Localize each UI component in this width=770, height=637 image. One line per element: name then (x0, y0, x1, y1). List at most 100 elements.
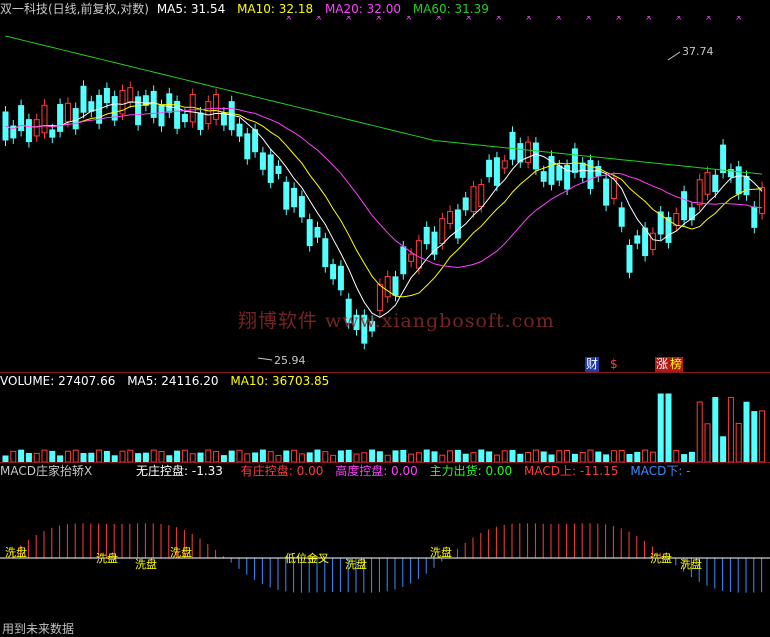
candle (88, 101, 95, 112)
ma20-line (5, 107, 763, 269)
panel-divider (0, 372, 770, 373)
volume-bar (205, 449, 212, 462)
badge-cai[interactable]: 财 (585, 357, 600, 372)
volume-bar (267, 451, 274, 462)
candle (735, 166, 742, 195)
candle (298, 196, 305, 218)
volume-bar (174, 450, 181, 462)
candle (337, 265, 344, 291)
ma60-readout: MA60: 31.39 (412, 2, 489, 16)
badge-dollar[interactable]: $ (609, 357, 619, 372)
signal-marker: × (675, 16, 683, 23)
macd-up-readout: MACD上: -11.15 (524, 464, 619, 478)
candle (704, 171, 711, 195)
candle (275, 165, 282, 174)
volume-bar (88, 452, 95, 462)
volume-bar (213, 451, 220, 462)
candle (532, 142, 539, 170)
volume-bar (18, 449, 25, 462)
volume-bar (634, 451, 641, 462)
volume-bar (283, 450, 290, 462)
volume-bar (259, 449, 266, 462)
volume-bar (25, 452, 32, 462)
volume-bar (96, 449, 103, 462)
badge-bang[interactable]: 榜 (669, 357, 684, 372)
candle (322, 238, 329, 268)
candle (618, 207, 625, 227)
volume-bar (447, 450, 454, 462)
candle (189, 93, 196, 123)
badge-zhang[interactable]: 涨 (655, 357, 670, 372)
volume-bar (337, 450, 344, 462)
candle (330, 264, 337, 280)
ma10-line (5, 102, 763, 298)
volume-bar (244, 453, 251, 462)
volume-bar (470, 452, 477, 462)
candle (158, 105, 165, 127)
volume-bar (415, 452, 422, 462)
candle (49, 129, 56, 138)
macd-marker: 洗盘 (135, 557, 157, 571)
volume-bar (353, 453, 360, 462)
candle (478, 184, 485, 207)
ma20-readout: MA20: 32.00 (324, 2, 401, 16)
macd-title[interactable]: MACD庄家抬轿X (0, 464, 92, 478)
volume-bar (595, 451, 602, 462)
zhuli-readout: 主力出货: 0.00 (429, 464, 513, 478)
volume-bar (228, 450, 235, 462)
candle (283, 181, 290, 210)
volume-bar (712, 397, 719, 462)
candle (649, 232, 656, 251)
macd-marker: 洗盘 (345, 557, 367, 571)
candle (166, 93, 173, 113)
price-header: 双一科技(日线,前复权,对数) MA5: 31.54 MA10: 32.18 M… (0, 2, 497, 16)
volume-chart[interactable] (0, 388, 770, 462)
volume-bar (759, 410, 766, 462)
high-price-label: 37.74 (682, 45, 714, 58)
volume-bar (720, 436, 727, 462)
volume-bar (743, 401, 750, 462)
volume-bar (665, 393, 672, 462)
candle (384, 276, 391, 298)
macd-marker: 洗盘 (680, 557, 702, 571)
candle (462, 197, 469, 211)
candle (470, 186, 477, 213)
volume-bar (400, 449, 407, 462)
volume-bar (431, 451, 438, 462)
candle (267, 154, 274, 183)
candle (501, 160, 508, 169)
signal-marker: × (555, 16, 563, 23)
macd-header: MACD庄家抬轿X 无庄控盘: -1.33 有庄控盘: 0.00 高度控盘: 0… (0, 464, 699, 478)
candle (220, 112, 227, 126)
signal-marker: × (615, 16, 623, 23)
low-pointer (257, 357, 273, 361)
high-pointer (667, 51, 681, 61)
candle (259, 152, 266, 170)
macd-marker: 洗盘 (170, 545, 192, 559)
volume-bar (135, 453, 142, 462)
candle (696, 179, 703, 206)
watermark: 翔博软件 www.xiangbosoft.com (238, 310, 555, 332)
candle (64, 102, 71, 123)
volume-bar (10, 450, 17, 462)
candle (291, 187, 298, 208)
volume-bar (64, 450, 71, 462)
macd-chart[interactable]: 洗盘 洗盘 洗盘洗盘 低位金叉 洗盘洗盘 洗盘 洗盘 (0, 478, 770, 618)
volume-readout: VOLUME: 27407.66 (0, 374, 116, 388)
candle (751, 206, 758, 228)
volume-bar (657, 393, 664, 462)
candle (571, 148, 578, 173)
volume-bar (41, 449, 48, 462)
volume-bar (501, 450, 508, 462)
volume-bar (150, 449, 157, 462)
volume-bar (478, 449, 485, 462)
candle (135, 96, 142, 126)
candle (205, 101, 212, 125)
signal-marker: × (495, 16, 503, 23)
volume-bar (517, 453, 524, 462)
candle (400, 246, 407, 275)
chart-title[interactable]: 双一科技(日线,前复权,对数) (0, 2, 149, 16)
signal-marker: × (735, 16, 743, 23)
candle (80, 85, 87, 113)
volume-bar (72, 449, 79, 462)
